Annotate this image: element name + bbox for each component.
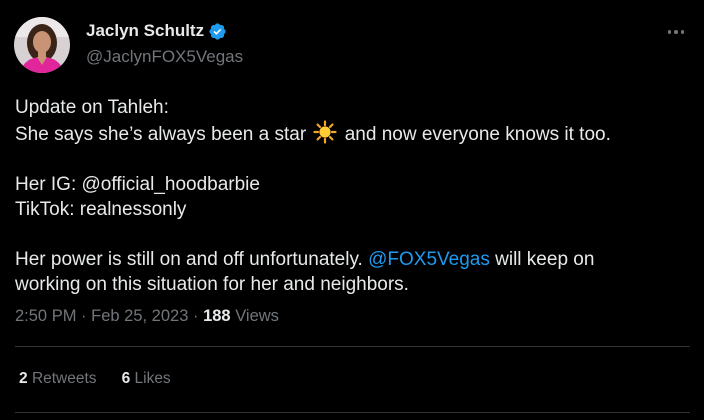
- author-name-row: Jaclyn Schultz: [86, 21, 227, 41]
- retweets-label: Retweets: [31, 370, 97, 387]
- more-dot-icon: [680, 30, 685, 34]
- tweet-text-segment: will keep on: [495, 249, 595, 270]
- divider: [15, 412, 690, 413]
- views-count: 188: [203, 307, 231, 325]
- tweet-text-segment: Her power is still on and off unfortunat…: [15, 249, 363, 270]
- views-label: Views: [235, 307, 279, 325]
- verified-badge-icon: [209, 22, 226, 40]
- retweets-count: 2: [19, 370, 28, 387]
- tweet-line: She says she’s always been a star and no…: [15, 120, 690, 147]
- tweet-time[interactable]: 2:50 PM: [15, 307, 76, 325]
- tweet-line: TikTok: realnessonly: [15, 199, 187, 220]
- meta-separator: ·: [192, 307, 199, 325]
- avatar-image: [14, 17, 70, 73]
- tweet-line: Update on Tahleh:: [15, 97, 169, 118]
- author-handle[interactable]: @JaclynFOX5Vegas: [86, 47, 243, 67]
- tweet-text-segment: and now everyone knows it too.: [344, 124, 611, 145]
- divider: [15, 346, 690, 347]
- tweet-text: Update on Tahleh: She says she’s always …: [15, 95, 690, 297]
- more-dot-icon: [667, 30, 672, 34]
- tweet-line: Her IG: @official_hoodbarbie: [15, 174, 260, 195]
- likes-stat[interactable]: 6 Likes: [122, 370, 171, 388]
- tweet-date[interactable]: Feb 25, 2023: [91, 307, 188, 325]
- tweet-stats: 2 Retweets 6 Likes: [19, 370, 171, 388]
- avatar[interactable]: [14, 17, 70, 73]
- more-options-button[interactable]: [662, 20, 690, 44]
- mention-link[interactable]: @FOX5Vegas: [368, 249, 490, 270]
- tweet-line: Her power is still on and off unfortunat…: [15, 247, 690, 272]
- sun-emoji-icon: [313, 120, 338, 144]
- meta-separator: ·: [81, 307, 87, 325]
- retweets-stat[interactable]: 2 Retweets: [19, 370, 97, 388]
- tweet-line: working on this situation for her and ne…: [15, 274, 409, 295]
- tweet-meta: 2:50 PM · Feb 25, 2023 · 188 Views: [15, 307, 279, 326]
- author-display-name[interactable]: Jaclyn Schultz: [86, 21, 204, 41]
- likes-count: 6: [121, 370, 131, 387]
- tweet-text-segment: She says she’s always been a star: [15, 124, 307, 145]
- more-dot-icon: [674, 30, 678, 34]
- likes-label: Likes: [134, 370, 171, 387]
